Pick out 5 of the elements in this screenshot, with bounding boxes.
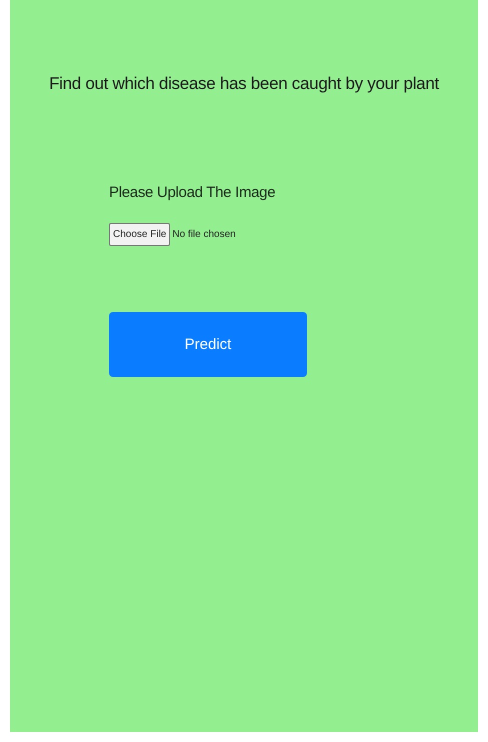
upload-label: Please Upload The Image	[109, 184, 276, 201]
file-status: No file chosen	[172, 229, 236, 240]
page-heading: Find out which disease has been caught by your plant	[49, 74, 439, 94]
predict-button[interactable]: Predict	[109, 312, 307, 377]
choose-file-button[interactable]: Choose File	[109, 223, 170, 246]
